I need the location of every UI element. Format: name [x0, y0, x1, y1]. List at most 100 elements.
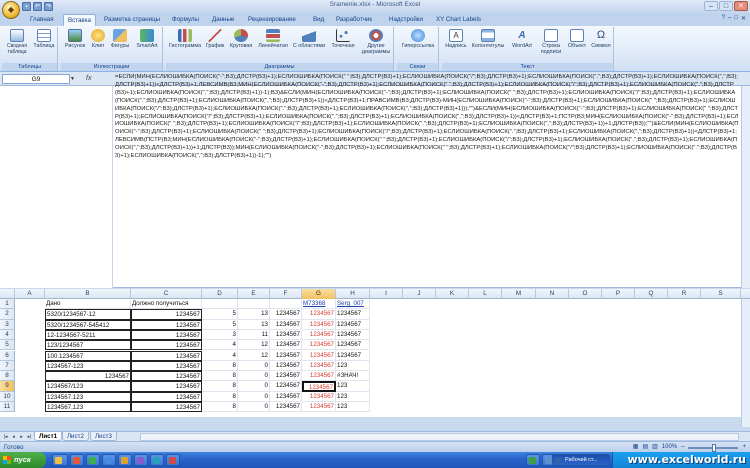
taskbar-button[interactable] — [102, 454, 116, 466]
taskbar-button[interactable] — [166, 454, 180, 466]
maximize-button[interactable]: □ — [719, 1, 733, 11]
table-cell[interactable]: 1234567/123 — [45, 381, 131, 392]
scatter-chart-button[interactable]: Точечная — [328, 29, 358, 61]
table-cell[interactable]: 1234567 — [302, 309, 336, 320]
formula-input[interactable]: =ЕСЛИ(МИН(ЕСЛИОШИБКА(ПОИСК("-";B3);ДЛСТР… — [115, 74, 739, 286]
minimize-button[interactable]: – — [704, 1, 718, 11]
office-button[interactable]: ◆ — [2, 1, 20, 19]
header-cell[interactable] — [238, 299, 270, 310]
table-cell[interactable]: 1234567 — [302, 329, 336, 341]
sheet-tab-3[interactable]: Лист3 — [90, 432, 117, 441]
redo-icon[interactable]: ↷ — [44, 2, 53, 11]
line-chart-button[interactable]: График — [204, 29, 226, 61]
table-cell[interactable]: 1234567 — [131, 309, 202, 320]
table-cell[interactable]: 1234567 — [131, 402, 202, 413]
column-header-g[interactable]: G — [302, 289, 336, 299]
other-charts-button[interactable]: Другие диаграммы — [360, 29, 392, 61]
table-cell[interactable]: 1234567 — [302, 402, 336, 413]
taskbar-button[interactable] — [118, 454, 132, 466]
taskbar-button[interactable] — [86, 454, 100, 466]
table-cell[interactable]: 8 — [202, 360, 238, 372]
tab-home[interactable]: Главная — [30, 14, 54, 26]
tab-review[interactable]: Рецензирование — [248, 14, 296, 26]
restore-workbook-button[interactable]: □ — [734, 15, 738, 22]
column-header-h[interactable]: H — [336, 289, 370, 299]
table-cell[interactable]: 1234567 — [45, 371, 131, 382]
sheet-tab-1[interactable]: Лист1 — [34, 432, 63, 441]
normal-view-icon[interactable]: ▦ — [633, 443, 639, 452]
table-cell[interactable]: 123 — [336, 381, 370, 392]
pie-chart-button[interactable]: Круговая — [228, 29, 254, 61]
row-header[interactable]: 4 — [0, 329, 15, 341]
sheet-tab-2[interactable]: Лист2 — [62, 432, 89, 441]
table-cell[interactable]: 1234567-123 — [45, 360, 131, 372]
table-cell[interactable]: 1234567 — [270, 402, 302, 413]
column-header-e[interactable]: E — [238, 289, 270, 299]
minimize-workbook-button[interactable]: – — [728, 15, 731, 22]
start-button[interactable]: пуск — [0, 452, 46, 468]
close-button[interactable]: ✕ — [734, 1, 748, 11]
column-chart-button[interactable]: Гистограмма — [168, 29, 202, 61]
smartart-button[interactable]: SmartArt — [133, 29, 161, 61]
help-icon[interactable]: ? — [722, 15, 725, 22]
column-header-f[interactable]: F — [270, 289, 302, 299]
row-header[interactable]: 1 — [0, 299, 15, 310]
table-cell[interactable]: 1234567,123 — [45, 402, 131, 413]
first-sheet-icon[interactable]: |◂ — [2, 433, 9, 441]
page-layout-view-icon[interactable]: ▤ — [642, 443, 648, 452]
textbox-button[interactable]: A Надпись — [444, 29, 468, 61]
picture-button[interactable]: Рисунок — [63, 29, 87, 61]
zoom-in-icon[interactable]: + — [742, 443, 746, 452]
table-cell[interactable]: 1234567 — [302, 319, 336, 330]
header-cell[interactable]: M73368 — [302, 299, 336, 310]
taskbar-button[interactable] — [150, 454, 164, 466]
zoom-out-icon[interactable]: – — [681, 443, 684, 452]
row-header[interactable]: 3 — [0, 319, 15, 330]
shapes-button[interactable]: Фигуры — [109, 29, 131, 61]
row-header[interactable]: 8 — [0, 371, 15, 382]
table-cell[interactable]: 13 — [238, 309, 270, 320]
area-chart-button[interactable]: С областями — [292, 29, 326, 61]
column-header-n[interactable]: N — [536, 289, 569, 299]
table-cell[interactable]: 1234567 — [270, 319, 302, 330]
zoom-thumb[interactable] — [712, 443, 717, 452]
table-cell[interactable]: 1234567 — [302, 360, 336, 372]
table-cell[interactable]: 13 — [238, 319, 270, 330]
name-box[interactable]: G9 — [2, 74, 70, 84]
taskbar-button[interactable]: S — [526, 454, 540, 466]
table-cell[interactable]: 1234567 — [131, 391, 202, 402]
column-header-q[interactable]: Q — [635, 289, 668, 299]
page-break-view-icon[interactable]: ▥ — [652, 443, 658, 452]
row-header[interactable]: 9 — [0, 381, 15, 392]
table-cell[interactable]: 123 — [336, 360, 370, 372]
column-header-b[interactable]: B — [45, 289, 131, 299]
table-cell[interactable]: 1234567 — [131, 340, 202, 351]
table-cell[interactable]: 1234567 — [131, 319, 202, 330]
table-cell[interactable]: 0 — [238, 402, 270, 413]
prev-sheet-icon[interactable]: ◂ — [10, 433, 17, 441]
table-cell[interactable]: #ЗНАЧ! — [336, 371, 370, 382]
hyperlink-button[interactable]: Гиперссылка — [399, 29, 437, 61]
clipart-button[interactable]: Клип — [89, 29, 107, 61]
tab-formulas[interactable]: Формулы — [172, 14, 199, 26]
symbol-button[interactable]: Ω Символ — [590, 29, 612, 61]
row-header[interactable]: 2 — [0, 309, 15, 320]
table-cell[interactable]: 5320/1234567-12 — [45, 309, 131, 320]
zoom-level[interactable]: 100% — [662, 443, 677, 452]
tab-xy-chart-labels[interactable]: XY Chart Labels — [436, 14, 481, 26]
last-sheet-icon[interactable]: ▸| — [26, 433, 33, 441]
save-icon[interactable]: ▪ — [22, 2, 31, 11]
table-cell[interactable]: 5 — [202, 319, 238, 330]
table-cell[interactable]: 1234567 — [131, 350, 202, 361]
next-sheet-icon[interactable]: ▸ — [18, 433, 25, 441]
table-cell[interactable]: 1234567 — [302, 350, 336, 361]
taskbar-button[interactable] — [70, 454, 84, 466]
table-cell[interactable]: 1234567 — [270, 309, 302, 320]
column-header-l[interactable]: L — [469, 289, 502, 299]
table-cell[interactable]: 8 — [202, 391, 238, 402]
pivot-table-button[interactable]: Сводная таблица — [4, 29, 30, 61]
table-cell[interactable]: 8 — [202, 381, 238, 392]
table-cell[interactable]: 1234567 — [270, 391, 302, 402]
table-cell[interactable]: 1234567 — [336, 340, 370, 351]
table-cell[interactable]: 4 — [202, 350, 238, 361]
